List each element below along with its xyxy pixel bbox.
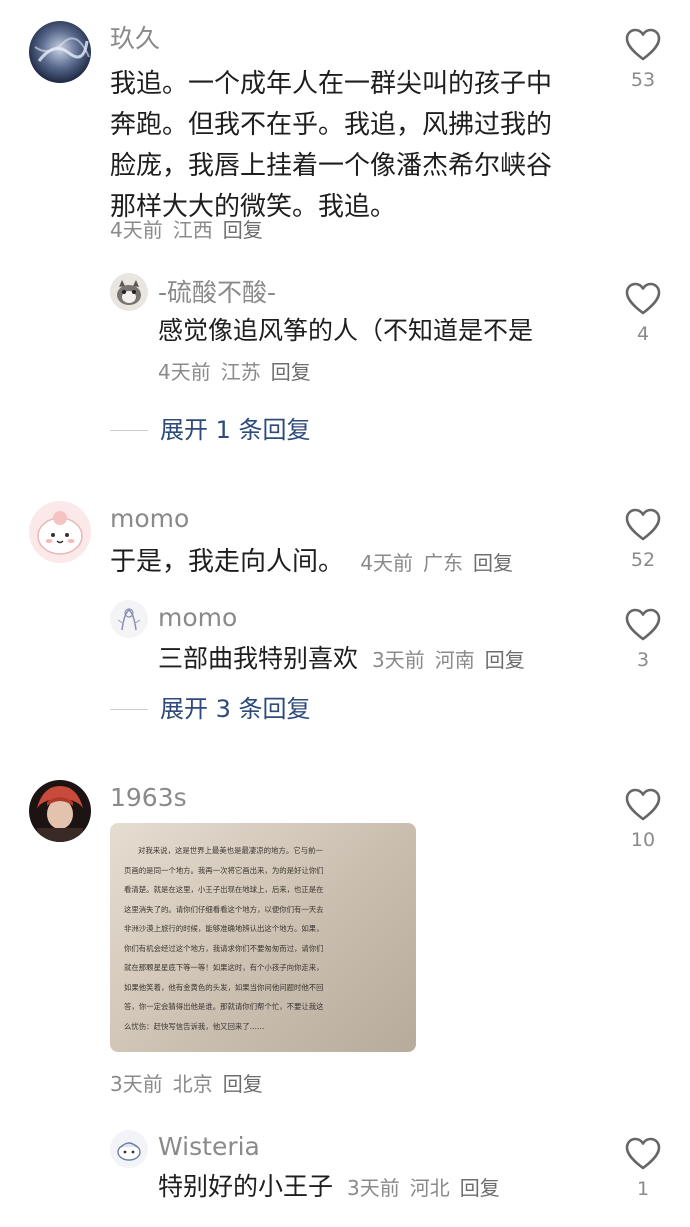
- reply-meta: 4天前 江苏 回复: [158, 362, 321, 382]
- comment-location: 江西: [172, 218, 213, 242]
- avatar-image: [110, 1130, 148, 1168]
- like-button[interactable]: 4: [613, 282, 673, 344]
- reply-time: 4天前: [158, 360, 211, 384]
- avatar[interactable]: [29, 21, 91, 83]
- like-count: 10: [630, 829, 656, 851]
- reply-button[interactable]: 回复: [473, 551, 513, 575]
- comment-username[interactable]: momo: [110, 506, 189, 531]
- reply-text: 感觉像追风筝的人（不知道是不是: [158, 316, 534, 345]
- comment-time: 3天前: [110, 1072, 163, 1096]
- reply-text: 三部曲我特别喜欢 3天前 河南 回复: [158, 642, 535, 676]
- like-count: 1: [636, 1178, 650, 1200]
- reply-meta: 3天前 河南 回复: [372, 648, 535, 672]
- heart-outline-icon: [625, 282, 661, 315]
- expand-replies-label: 展开 3 条回复: [160, 695, 311, 723]
- avatar-image: [29, 780, 91, 842]
- like-count: 4: [636, 323, 650, 345]
- image-text-line: 答，你一定会猜得出他是谁。那就请你们帮个忙，不要让我这: [124, 1002, 324, 1011]
- reply-username[interactable]: -硫酸不酸-: [158, 280, 276, 305]
- image-text-line: 么忧伤：赶快写信告诉我，他又回来了……: [124, 1021, 265, 1031]
- comment-username[interactable]: 玖久: [110, 26, 160, 51]
- comment-text: 于是，我走向人间。 4天前 广东 回复: [110, 544, 523, 580]
- expand-replies-label: 展开 1 条回复: [160, 416, 311, 444]
- comment-meta: 3天前 北京 回复: [110, 1074, 273, 1094]
- reply-button[interactable]: 回复: [271, 360, 311, 384]
- reply-username[interactable]: Wisteria: [158, 1134, 260, 1159]
- expand-replies-button[interactable]: 展开 1 条回复: [110, 418, 311, 442]
- avatar-image: [29, 501, 91, 563]
- like-button[interactable]: 3: [613, 608, 673, 670]
- heart-outline-icon: [625, 788, 661, 821]
- image-text-line: 对我来说，这是世界上最美也是最凄凉的地方。它与前一: [138, 846, 323, 855]
- heart-outline-icon: [625, 508, 661, 541]
- image-text-line: 就在那颗星星底下等一等！如果这时，有个小孩子向你走来，: [124, 963, 324, 972]
- comment-username[interactable]: 1963s: [110, 785, 187, 810]
- like-count: 53: [630, 69, 656, 91]
- reply-meta: 3天前 河北 回复: [347, 1176, 510, 1200]
- comment-time: 4天前: [360, 551, 414, 575]
- reply-text-content: 特别好的小王子: [158, 1172, 334, 1201]
- reply-button[interactable]: 回复: [460, 1176, 500, 1200]
- comment-time: 4天前: [110, 218, 163, 242]
- comment-location: 广东: [423, 551, 464, 575]
- heart-outline-icon: [625, 28, 661, 61]
- like-button[interactable]: 1: [613, 1137, 673, 1199]
- image-text-line: 非洲沙漠上旅行的时候，能够准确地辨认出这个地方。如果，: [124, 924, 324, 933]
- comment-text-line: 我追。一个成年人在一群尖叫的孩子中: [110, 69, 553, 99]
- comment-text-line: 奔跑。但我不在乎。我追，风拂过我的: [110, 110, 553, 140]
- expand-replies-button[interactable]: 展开 3 条回复: [110, 697, 311, 721]
- comment-text: 我追。一个成年人在一群尖叫的孩子中 奔跑。但我不在乎。我追，风拂过我的 脸庞，我…: [110, 64, 552, 228]
- avatar[interactable]: [110, 273, 148, 311]
- reply-text-content: 三部曲我特别喜欢: [158, 644, 359, 673]
- image-text-line: 页画的是同一个地方。我再一次将它画出来，为的是好让你们: [124, 865, 324, 875]
- comment-text-line: 脸庞，我唇上挂着一个像潘杰希尔峡谷: [110, 151, 553, 181]
- comment-location: 北京: [172, 1072, 213, 1096]
- like-button[interactable]: 52: [613, 508, 673, 570]
- reply-time: 3天前: [371, 648, 425, 672]
- divider: [110, 708, 148, 710]
- comment-image[interactable]: 对我来说，这是世界上最美也是最凄凉的地方。它与前一 页画的是同一个地方。我再一次…: [110, 823, 416, 1052]
- comment-meta: 4天前 江西 回复: [110, 220, 273, 240]
- like-button[interactable]: 10: [613, 788, 673, 850]
- reply-text: 特别好的小王子 3天前 河北 回复: [158, 1170, 510, 1204]
- avatar[interactable]: [29, 780, 91, 842]
- like-button[interactable]: 53: [613, 28, 673, 90]
- divider: [110, 429, 148, 431]
- avatar[interactable]: [29, 501, 91, 563]
- avatar-image: [29, 21, 91, 83]
- avatar-image: [110, 273, 148, 311]
- reply-location: 江苏: [220, 360, 261, 384]
- avatar-image: [110, 600, 148, 638]
- image-text-line: 看清楚。就是在这里，小王子出现在地球上，后来，也正是在: [124, 885, 324, 894]
- reply-time: 3天前: [346, 1176, 400, 1200]
- like-count: 3: [636, 649, 650, 671]
- reply-location: 河南: [434, 648, 475, 672]
- heart-outline-icon: [625, 1137, 661, 1170]
- reply-location: 河北: [409, 1176, 450, 1200]
- reply-username[interactable]: momo: [158, 605, 237, 630]
- heart-outline-icon: [625, 608, 661, 641]
- avatar[interactable]: [110, 600, 148, 638]
- reply-button[interactable]: 回复: [223, 1072, 263, 1096]
- image-page-text: 对我来说，这是世界上最美也是最凄凉的地方。它与前一 页画的是同一个地方。我再一次…: [124, 841, 406, 1036]
- comment-text-line: 于是，我走向人间。: [110, 547, 345, 577]
- comment-meta: 4天前 广东 回复: [360, 551, 523, 575]
- image-text-line: 如果他笑着，他有金黄色的头发，如果当你问他问题时他不回: [124, 982, 324, 992]
- reply-button[interactable]: 回复: [223, 218, 263, 242]
- image-text-line: 你们有机会经过这个地方，我请求你们不要匆匆而过，请你们: [124, 943, 324, 953]
- avatar[interactable]: [110, 1130, 148, 1168]
- image-text-line: 这里消失了的。请你们仔细看看这个地方，以便你们有一天去: [124, 904, 324, 914]
- reply-button[interactable]: 回复: [485, 648, 525, 672]
- like-count: 52: [630, 549, 656, 571]
